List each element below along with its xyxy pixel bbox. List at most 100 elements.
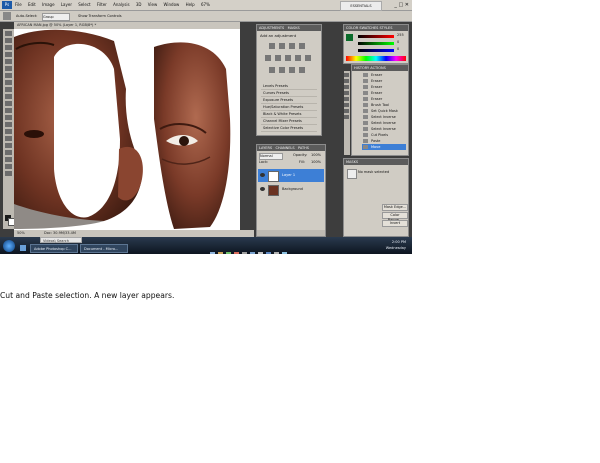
menu-3d[interactable]: 3D	[136, 2, 142, 7]
lasso-tool-icon[interactable]	[5, 45, 12, 50]
fill-value[interactable]: 100%	[311, 160, 321, 165]
auto-select-checkbox[interactable]: Auto-Select:	[16, 11, 37, 21]
red-slider[interactable]	[358, 35, 394, 38]
history-brush-tool-icon[interactable]	[5, 94, 12, 99]
green-slider[interactable]	[358, 42, 394, 45]
preset-item[interactable]: Hue/Saturation Presets	[261, 104, 317, 111]
eyedropper-tool-icon[interactable]	[5, 66, 12, 71]
menu-layer[interactable]: Layer	[61, 2, 72, 7]
posterize-icon[interactable]	[279, 67, 285, 73]
layers-tab[interactable]: LAYERS CHANNELS PATHS	[257, 145, 325, 151]
hand-tool-icon[interactable]	[5, 164, 12, 169]
pen-tool-icon[interactable]	[5, 129, 12, 134]
blue-value[interactable]: 0	[397, 47, 399, 51]
black-white-icon[interactable]	[295, 55, 301, 61]
actions-panel-icon[interactable]	[344, 79, 349, 83]
blue-slider[interactable]	[358, 49, 394, 52]
color-ramp[interactable]	[346, 56, 406, 61]
menu-window[interactable]: Window	[164, 2, 180, 7]
clone-source-panel-icon[interactable]	[344, 91, 349, 95]
status-zoom[interactable]: 50%	[17, 230, 25, 237]
opacity-value[interactable]: 100%	[311, 153, 321, 158]
red-value[interactable]: 255	[397, 33, 404, 37]
menu-filter[interactable]: Filter	[97, 2, 107, 7]
history-tab[interactable]: HISTORY ACTIONS	[352, 65, 408, 71]
stamp-tool-icon[interactable]	[5, 87, 12, 92]
dodge-tool-icon[interactable]	[5, 122, 12, 127]
preset-item[interactable]: Curves Presets	[261, 90, 317, 97]
menu-select[interactable]: Select	[78, 2, 90, 7]
path-select-tool-icon[interactable]	[5, 143, 12, 148]
workspace-switcher[interactable]: ESSENTIALS	[340, 1, 382, 11]
color-balance-icon[interactable]	[285, 55, 291, 61]
green-value[interactable]: 0	[397, 40, 399, 44]
menu-image[interactable]: Image	[42, 2, 55, 7]
healing-tool-icon[interactable]	[5, 73, 12, 78]
show-transform-checkbox[interactable]: Show Transform Controls	[78, 11, 122, 21]
invert-icon[interactable]	[269, 67, 275, 73]
visibility-eye-icon[interactable]	[260, 173, 265, 177]
shape-tool-icon[interactable]	[5, 150, 12, 155]
levels-icon[interactable]	[279, 43, 285, 49]
type-tool-icon[interactable]	[5, 136, 12, 141]
layer-row-background[interactable]: Background	[258, 183, 324, 196]
preset-item[interactable]: Selective Color Presets	[261, 125, 317, 132]
marquee-tool-icon[interactable]	[5, 38, 12, 43]
start-button-icon[interactable]	[3, 240, 15, 252]
preset-item[interactable]: Black & White Presets	[261, 111, 317, 118]
hue-saturation-icon[interactable]	[275, 55, 281, 61]
tray-icons[interactable]	[210, 243, 330, 254]
layers-footer-buttons[interactable]	[257, 230, 325, 236]
history-item-current[interactable]: Move	[362, 144, 406, 150]
menu-file[interactable]: File	[15, 2, 22, 7]
character-panel-icon[interactable]	[344, 97, 349, 101]
visibility-eye-icon[interactable]	[260, 187, 265, 191]
adjustments-tab[interactable]: ADJUSTMENTS MASKS	[257, 25, 321, 31]
brightness-icon[interactable]	[269, 43, 275, 49]
gradient-map-icon[interactable]	[299, 67, 305, 73]
gradient-tool-icon[interactable]	[5, 108, 12, 113]
paragraph-panel-icon[interactable]	[344, 103, 349, 107]
move-tool-icon[interactable]	[5, 31, 12, 36]
quick-select-tool-icon[interactable]	[5, 52, 12, 57]
preset-item[interactable]: Exposure Presets	[261, 97, 317, 104]
menu-help[interactable]: Help	[186, 2, 195, 7]
brush-panel-icon[interactable]	[344, 85, 349, 89]
document-tab[interactable]: AFRICAN MAN.jpg @ 50% (Layer 1, RGB/8*) …	[14, 22, 240, 29]
history-panel-icon[interactable]	[344, 73, 349, 77]
crop-tool-icon[interactable]	[5, 59, 12, 64]
navigator-panel-icon[interactable]	[344, 115, 349, 119]
info-panel-icon[interactable]	[344, 109, 349, 113]
mask-edge-button[interactable]: Mask Edge...	[382, 204, 408, 211]
preset-item[interactable]: Channel Mixer Presets	[261, 118, 317, 125]
exposure-icon[interactable]	[299, 43, 305, 49]
curves-icon[interactable]	[289, 43, 295, 49]
preset-item[interactable]: Levels Presets	[261, 83, 317, 90]
menu-view[interactable]: View	[148, 2, 158, 7]
threshold-icon[interactable]	[289, 67, 295, 73]
menu-analysis[interactable]: Analysis	[113, 2, 129, 7]
zoom-tool-icon[interactable]	[5, 171, 12, 176]
auto-select-dropdown[interactable]: Group	[42, 13, 70, 21]
color-tab[interactable]: COLOR SWATCHES STYLES	[344, 25, 408, 31]
foreground-color-chip[interactable]	[346, 34, 353, 41]
layer-row-layer-1[interactable]: Layer 1	[258, 169, 324, 182]
masks-tab[interactable]: MASKS	[344, 159, 408, 165]
invert-button[interactable]: Invert	[382, 220, 408, 227]
brush-tool-icon[interactable]	[5, 80, 12, 85]
blur-tool-icon[interactable]	[5, 115, 12, 120]
zoom-level[interactable]: 67%	[201, 2, 210, 7]
vibrance-icon[interactable]	[265, 55, 271, 61]
taskbar-item-word[interactable]: Document - Micro...	[80, 244, 128, 253]
taskbar-clock[interactable]: 2:00 PM Wednesday	[386, 239, 406, 251]
3d-tool-icon[interactable]	[5, 157, 12, 162]
photo-filter-icon[interactable]	[305, 55, 311, 61]
taskbar-item-photoshop[interactable]: Adobe Photoshop C...	[30, 244, 78, 253]
taskbar-search-input[interactable]: Videos\ Search	[40, 237, 82, 243]
quick-launch-icon[interactable]	[20, 245, 26, 251]
blend-mode-select[interactable]: Normal	[259, 153, 283, 160]
menu-edit[interactable]: Edit	[28, 2, 36, 7]
window-controls[interactable]: _ □ ✕	[394, 1, 409, 9]
document-canvas[interactable]	[14, 29, 240, 230]
color-range-button[interactable]: Color Range...	[382, 212, 408, 222]
